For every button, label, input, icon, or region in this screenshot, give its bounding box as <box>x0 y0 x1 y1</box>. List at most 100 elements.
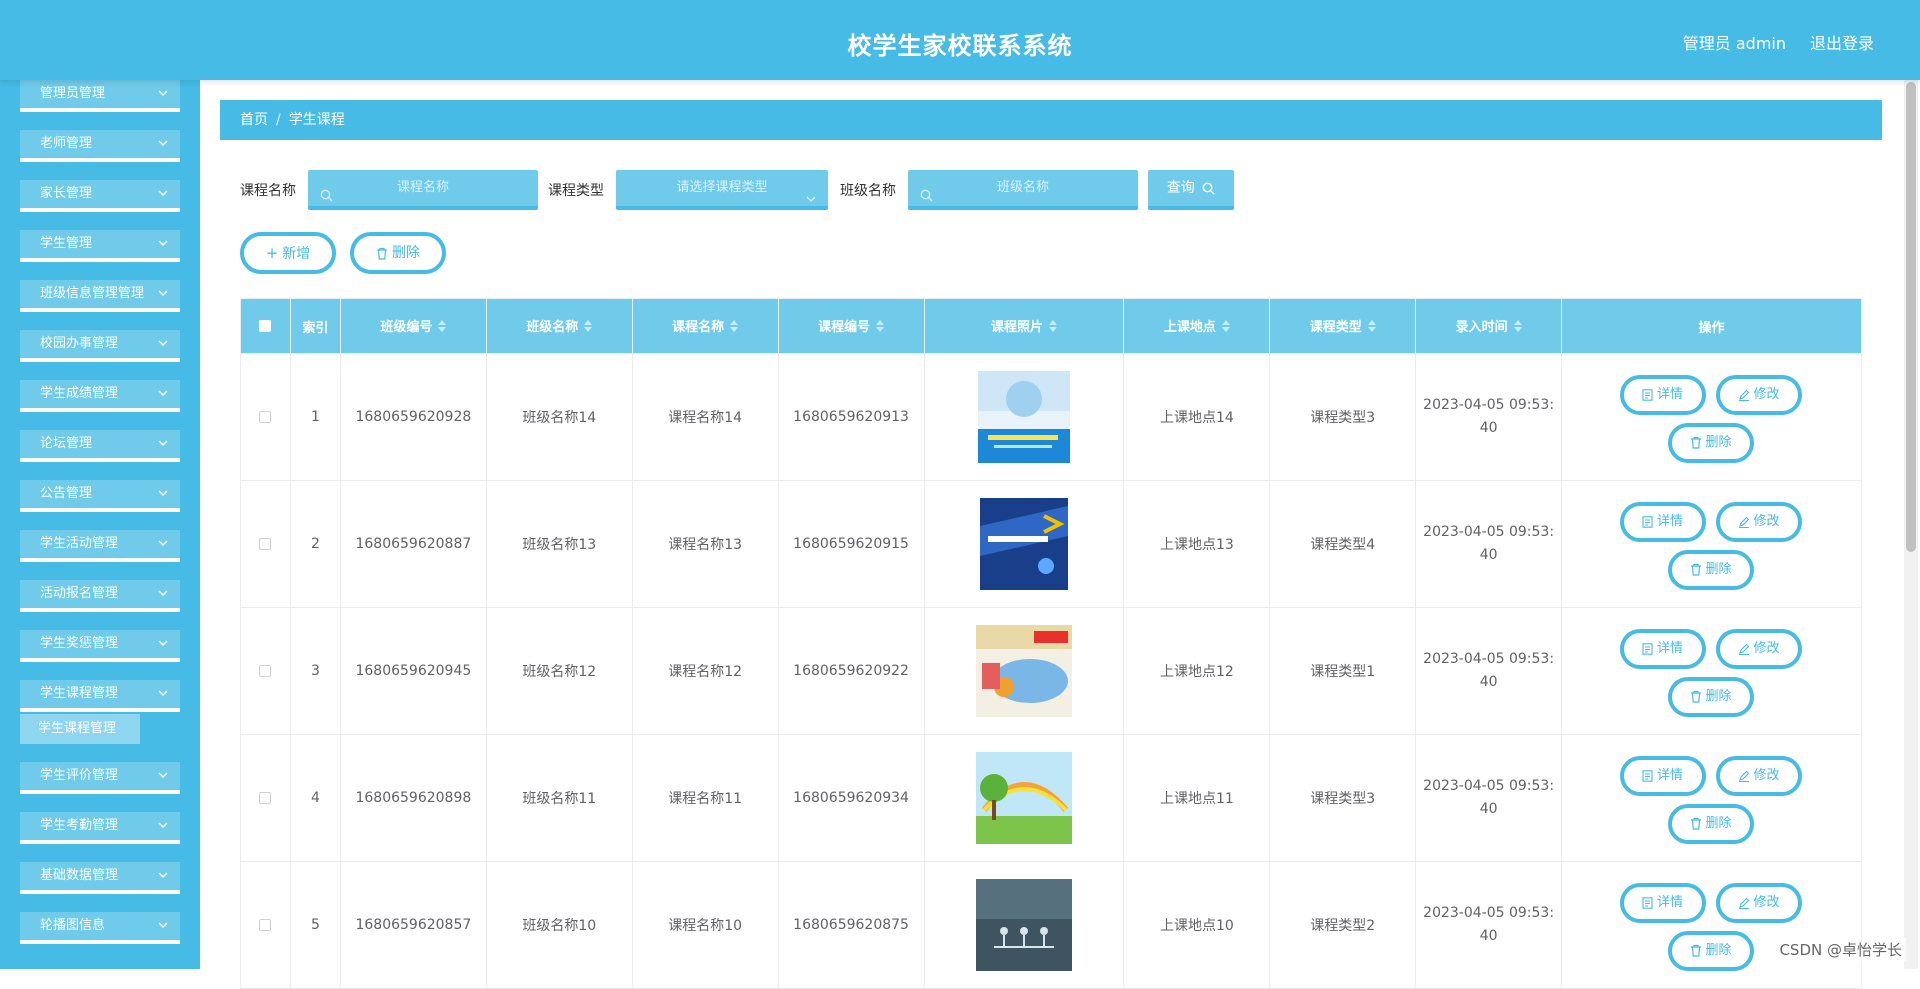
sort-icon <box>584 320 592 336</box>
sidebar-item-rewards[interactable]: 学生奖惩管理 <box>20 630 180 662</box>
sort-icon <box>1049 320 1057 336</box>
cell-course-no: 1680659620922 <box>778 608 924 735</box>
col-class-name[interactable]: 班级名称 <box>486 299 632 354</box>
row-checkbox[interactable] <box>241 354 291 481</box>
cell-index: 1 <box>290 354 340 481</box>
edit-button[interactable]: 修改 <box>1716 502 1802 542</box>
class-name-input[interactable]: 班级名称 <box>908 170 1138 210</box>
row-delete-button[interactable]: 删除 <box>1668 804 1754 844</box>
sidebar-item-label: 学生管理 <box>40 236 92 251</box>
select-all-checkbox[interactable] <box>241 299 291 354</box>
row-checkbox[interactable] <box>241 735 291 862</box>
edit-button[interactable]: 修改 <box>1716 629 1802 669</box>
sidebar-item-attendance[interactable]: 学生考勤管理 <box>20 812 180 844</box>
sidebar-item-courses[interactable]: 学生课程管理 <box>20 680 180 712</box>
chevron-down-icon <box>158 230 170 258</box>
col-location[interactable]: 上课地点 <box>1124 299 1270 354</box>
edit-button[interactable]: 修改 <box>1716 375 1802 415</box>
chevron-down-icon <box>158 280 170 308</box>
sidebar-item-label: 班级信息管理管理 <box>40 286 144 301</box>
cell-index: 5 <box>290 862 340 989</box>
logout-link[interactable]: 退出登录 <box>1810 30 1874 54</box>
breadcrumb-home[interactable]: 首页 <box>240 112 268 128</box>
row-checkbox[interactable] <box>241 481 291 608</box>
add-label: 新增 <box>282 246 310 262</box>
sidebar-item-carousel[interactable]: 轮播图信息 <box>20 912 180 944</box>
class-name-placeholder: 班级名称 <box>997 180 1049 195</box>
chevron-down-icon <box>158 630 170 658</box>
breadcrumb-current: 学生课程 <box>289 112 345 128</box>
sidebar-item-notice[interactable]: 公告管理 <box>20 480 180 512</box>
row-delete-button[interactable]: 删除 <box>1668 550 1754 590</box>
edit-icon <box>1738 897 1750 909</box>
sidebar-item-label: 学生活动管理 <box>40 536 118 551</box>
edit-button[interactable]: 修改 <box>1716 756 1802 796</box>
cell-course-name: 课程名称10 <box>632 862 778 989</box>
detail-button[interactable]: 详情 <box>1620 502 1706 542</box>
cell-entry-time: 2023-04-05 09:53:40 <box>1416 608 1562 735</box>
course-photo-image[interactable] <box>974 877 1074 973</box>
row-delete-button[interactable]: 删除 <box>1668 423 1754 463</box>
edit-icon <box>1738 770 1750 782</box>
breadcrumb-separator: / <box>276 112 281 128</box>
scrollbar-thumb[interactable] <box>1906 82 1916 552</box>
course-photo-image[interactable] <box>974 623 1074 719</box>
sidebar-item-parent[interactable]: 家长管理 <box>20 180 180 212</box>
sort-icon <box>876 320 884 336</box>
sidebar-item-activities[interactable]: 学生活动管理 <box>20 530 180 562</box>
cell-course-no: 1680659620913 <box>778 354 924 481</box>
course-photo-image[interactable] <box>974 750 1074 846</box>
edit-button[interactable]: 修改 <box>1716 883 1802 923</box>
table-row: 3 1680659620945 班级名称12 课程名称12 1680659620… <box>241 608 1862 735</box>
cell-course-name: 课程名称11 <box>632 735 778 862</box>
add-button[interactable]: +新增 <box>240 232 336 274</box>
col-class-no[interactable]: 班级编号 <box>340 299 486 354</box>
sidebar-item-grades[interactable]: 学生成绩管理 <box>20 380 180 412</box>
row-delete-button[interactable]: 删除 <box>1668 931 1754 971</box>
chevron-down-icon <box>158 430 170 458</box>
sidebar-item-admin[interactable]: 管理员管理 <box>20 80 180 112</box>
cell-operations: 详情 修改 删除 <box>1562 481 1862 608</box>
batch-delete-button[interactable]: 删除 <box>350 232 446 274</box>
col-entry-time[interactable]: 录入时间 <box>1416 299 1562 354</box>
cell-class-name: 班级名称14 <box>486 354 632 481</box>
detail-button[interactable]: 详情 <box>1620 375 1706 415</box>
cell-class-no: 1680659620945 <box>340 608 486 735</box>
detail-button[interactable]: 详情 <box>1620 756 1706 796</box>
sidebar-item-evaluation[interactable]: 学生评价管理 <box>20 762 180 794</box>
sidebar-subitem-courses[interactable]: 学生课程管理 <box>20 714 140 744</box>
document-icon <box>1642 897 1653 909</box>
col-course-name[interactable]: 课程名称 <box>632 299 778 354</box>
watermark: CSDN @卓怡学长 <box>1775 938 1906 961</box>
sidebar-item-base-data[interactable]: 基础数据管理 <box>20 862 180 894</box>
detail-button[interactable]: 详情 <box>1620 629 1706 669</box>
course-type-placeholder: 请选择课程类型 <box>676 180 767 195</box>
sidebar-item-signup[interactable]: 活动报名管理 <box>20 580 180 612</box>
detail-button[interactable]: 详情 <box>1620 883 1706 923</box>
sidebar-item-label: 轮播图信息 <box>40 918 105 933</box>
course-photo-image[interactable] <box>974 369 1074 465</box>
row-delete-button[interactable]: 删除 <box>1668 677 1754 717</box>
cell-course-no: 1680659620875 <box>778 862 924 989</box>
col-course-photo[interactable]: 课程照片 <box>924 299 1124 354</box>
cell-course-photo <box>924 862 1124 989</box>
col-course-type[interactable]: 课程类型 <box>1270 299 1416 354</box>
sidebar-item-class-info[interactable]: 班级信息管理管理 <box>20 280 180 312</box>
sidebar-item-forum[interactable]: 论坛管理 <box>20 430 180 462</box>
row-checkbox[interactable] <box>241 608 291 735</box>
col-operations: 操作 <box>1562 299 1862 354</box>
query-button[interactable]: 查询 <box>1148 170 1234 210</box>
sidebar-item-teacher[interactable]: 老师管理 <box>20 130 180 162</box>
row-checkbox[interactable] <box>241 862 291 989</box>
vertical-scrollbar[interactable] <box>1904 80 1918 969</box>
chevron-down-icon <box>158 80 170 108</box>
cell-course-type: 课程类型4 <box>1270 481 1416 608</box>
course-name-input[interactable]: 课程名称 <box>308 170 538 210</box>
col-course-no[interactable]: 课程编号 <box>778 299 924 354</box>
sidebar-item-campus-affairs[interactable]: 校园办事管理 <box>20 330 180 362</box>
sort-icon <box>1222 320 1230 336</box>
course-photo-image[interactable] <box>974 496 1074 592</box>
sidebar-item-student[interactable]: 学生管理 <box>20 230 180 262</box>
cell-operations: 详情 修改 删除 <box>1562 862 1862 989</box>
course-type-select[interactable]: 请选择课程类型 <box>616 170 828 210</box>
